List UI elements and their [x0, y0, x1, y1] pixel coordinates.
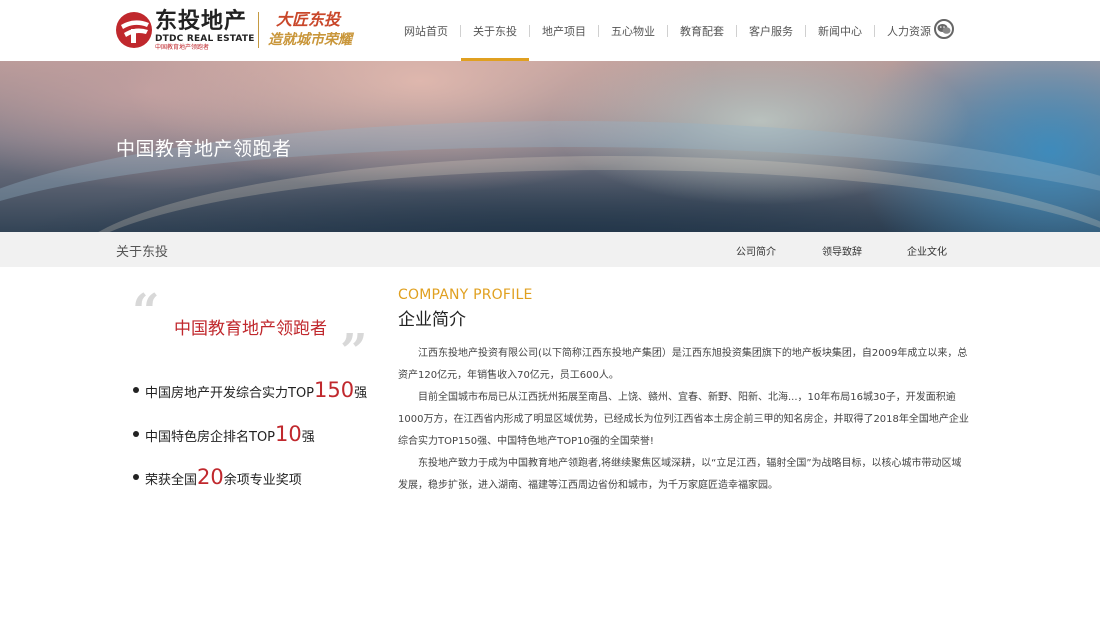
- highlight-number: 20: [197, 465, 224, 489]
- slogan-line-1: 大匠东投: [276, 10, 341, 29]
- profile-paragraph: 江西东投地产投资有限公司(以下简称江西东投地产集团）是江西东旭投资集团旗下的地产…: [398, 348, 968, 381]
- subnav-item-corporate-culture[interactable]: 企业文化: [907, 243, 947, 258]
- highlight-suffix: 余项专业奖项: [223, 473, 302, 488]
- highlight-prefix: 荣获全国: [145, 473, 198, 488]
- highlight-prefix: 中国房地产开发综合实力TOP: [145, 386, 315, 401]
- highlights-title: 中国教育地产领跑者: [174, 319, 327, 339]
- bullet-icon: [133, 387, 139, 393]
- nav-item-projects[interactable]: 地产项目: [530, 0, 598, 61]
- dtdc-logo-mark-icon: [116, 12, 152, 48]
- dtdc-logo[interactable]: 东投地产 DTDC REAL ESTATE 中国教育地产领跑者: [115, 9, 254, 53]
- wechat-icon[interactable]: [934, 19, 954, 39]
- nav-item-about[interactable]: 关于东投: [461, 0, 529, 61]
- nav-item-service[interactable]: 客户服务: [737, 0, 805, 61]
- subnav-item-leadership-message[interactable]: 领导致辞: [822, 243, 862, 258]
- nav-item-home[interactable]: 网站首页: [392, 0, 460, 61]
- main-nav: 网站首页 关于东投 地产项目 五心物业 教育配套 客户服务 新闻中心 人力资源: [392, 0, 943, 61]
- site-header: 东投地产 DTDC REAL ESTATE 中国教育地产领跑者 大匠东投 造就城…: [0, 0, 1100, 61]
- nav-item-education[interactable]: 教育配套: [668, 0, 736, 61]
- section-subnav-bar: 关于东投 公司简介 领导致辞 企业文化: [0, 232, 1100, 267]
- profile-paragraph: 目前全国城市布局已从江西抚州拓展至南昌、上饶、赣州、宜春、新野、阳新、北海...…: [398, 392, 969, 447]
- bullet-icon: [133, 431, 139, 437]
- brand-slogan: 大匠东投 造就城市荣耀: [268, 10, 358, 50]
- profile-heading-en: COMPANY PROFILE: [398, 287, 533, 303]
- highlight-item: 中国房地产开发综合实力TOP 150 强: [133, 378, 367, 402]
- nav-item-hr[interactable]: 人力资源: [875, 0, 943, 61]
- logo-name-en: DTDC REAL ESTATE: [155, 34, 255, 44]
- hero-banner: 中国教育地产领跑者: [0, 61, 1100, 232]
- section-title: 关于东投: [116, 245, 169, 260]
- banner-title: 中国教育地产领跑者: [116, 138, 292, 160]
- highlight-suffix: 强: [354, 386, 368, 401]
- highlight-number: 150: [314, 378, 355, 402]
- logo-tagline: 中国教育地产领跑者: [155, 44, 210, 51]
- logo-name-cn: 东投地产: [155, 9, 248, 34]
- nav-item-property[interactable]: 五心物业: [599, 0, 667, 61]
- profile-paragraph: 东投地产致力于成为中国教育地产领跑者,将继续聚焦区域深耕，以“立足江西，辐射全国…: [398, 458, 962, 491]
- bullet-icon: [133, 474, 139, 480]
- highlight-item: 中国特色房企排名TOP 10 强: [133, 422, 315, 446]
- highlight-item: 荣获全国 20 余项专业奖项: [133, 465, 302, 489]
- subnav-item-company-profile[interactable]: 公司简介: [736, 243, 776, 258]
- slogan-line-2: 造就城市荣耀: [268, 32, 352, 48]
- logo-divider: [258, 12, 259, 48]
- profile-body: 江西东投地产投资有限公司(以下简称江西东投地产集团）是江西东旭投资集团旗下的地产…: [398, 343, 970, 497]
- nav-item-news[interactable]: 新闻中心: [806, 0, 874, 61]
- open-quote-icon: “: [132, 284, 160, 340]
- highlight-number: 10: [275, 422, 302, 446]
- wechat-glyph-icon: [937, 24, 951, 34]
- highlight-suffix: 强: [301, 430, 315, 445]
- close-quote-icon: ”: [340, 324, 368, 380]
- highlight-prefix: 中国特色房企排名TOP: [145, 430, 276, 445]
- profile-heading-cn: 企业简介: [398, 310, 466, 330]
